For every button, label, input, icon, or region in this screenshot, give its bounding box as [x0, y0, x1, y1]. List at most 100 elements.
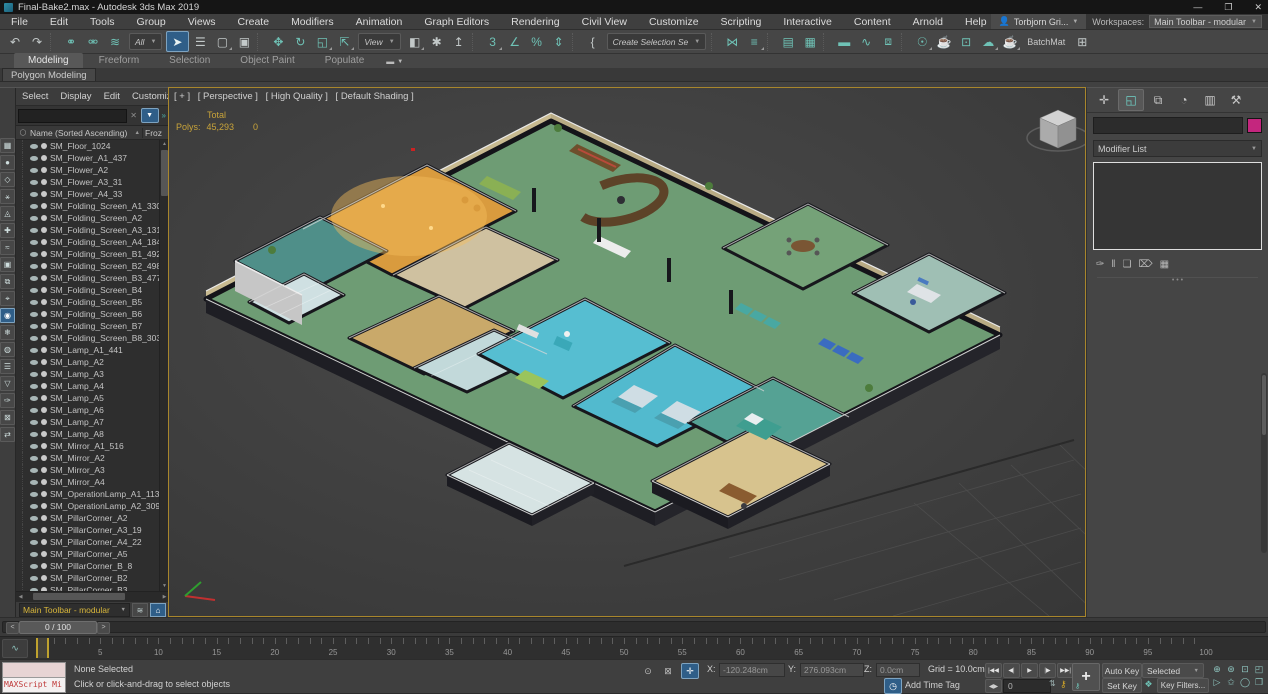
time-slider-track[interactable]	[2, 621, 1266, 633]
scene-object-row[interactable]: SM_PillarCorner_A5	[16, 548, 160, 560]
visibility-eye-icon[interactable]	[30, 552, 38, 557]
scene-object-row[interactable]: SM_Folding_Screen_B2_498	[16, 260, 160, 272]
visibility-eye-icon[interactable]	[30, 144, 38, 149]
selection-lock-toggle[interactable]: ⊠	[660, 664, 676, 678]
track-bar-ruler[interactable]: 5 10 15 20 25	[30, 637, 1206, 659]
display-bones-toggle[interactable]: ⌖	[0, 291, 15, 306]
visibility-eye-icon[interactable]	[30, 396, 38, 401]
add-time-tag-button[interactable]: Add Time Tag	[905, 680, 960, 690]
visibility-eye-icon[interactable]	[30, 456, 38, 461]
mirror-button[interactable]: ⋈	[722, 32, 743, 51]
visibility-eye-icon[interactable]	[30, 312, 38, 317]
ribbon-tab-object-paint[interactable]: Object Paint	[226, 53, 308, 68]
zoom-region-button[interactable]: ◰	[1252, 663, 1266, 676]
trackbar-segment[interactable]: 15	[158, 637, 216, 659]
named-selection-sets-dropdown[interactable]: Create Selection Se▼	[607, 33, 707, 50]
trackbar-segment[interactable]: 60	[682, 637, 740, 659]
visibility-eye-icon[interactable]	[30, 528, 38, 533]
visibility-eye-icon[interactable]	[30, 252, 38, 257]
motion-tab[interactable]: ◔	[1172, 90, 1196, 110]
material-editor-button[interactable]: ☉	[912, 32, 933, 51]
trackbar-segment[interactable]: 30	[333, 637, 391, 659]
visibility-eye-icon[interactable]	[30, 264, 38, 269]
menu-content[interactable]: Content	[843, 14, 902, 29]
visibility-eye-icon[interactable]	[30, 348, 38, 353]
z-coordinate-field[interactable]: 0.0cm	[876, 663, 920, 677]
scene-object-row[interactable]: SM_Lamp_A2	[16, 356, 160, 368]
menu-civil-view[interactable]: Civil View	[571, 14, 638, 29]
object-color-swatch[interactable]	[1247, 118, 1262, 133]
set-key-button[interactable]: Set Key	[1102, 678, 1142, 693]
visibility-eye-icon[interactable]	[30, 360, 38, 365]
selection-filter-dropdown[interactable]: All▼	[129, 33, 162, 50]
pin-stack-button[interactable]: ✑	[1096, 259, 1104, 270]
visibility-eye-icon[interactable]	[30, 288, 38, 293]
menu-group[interactable]: Group	[126, 14, 177, 29]
modify-tab[interactable]: ◱	[1118, 89, 1144, 111]
display-tab[interactable]: ▥	[1198, 90, 1222, 110]
snaps-toggle-button[interactable]: 3	[482, 32, 503, 51]
key-filters-button[interactable]: Key Filters...	[1157, 678, 1209, 693]
overflow-chevron-icon[interactable]: »	[162, 111, 166, 120]
scene-object-row[interactable]: SM_Folding_Screen_B7	[16, 320, 160, 332]
scene-object-row[interactable]: SM_Folding_Screen_A3_131	[16, 224, 160, 236]
scene-object-row[interactable]: SM_PillarCorner_A4_22	[16, 536, 160, 548]
scene-object-row[interactable]: SM_Lamp_A3	[16, 368, 160, 380]
scene-object-row[interactable]: SM_PillarCorner_B_8	[16, 560, 160, 572]
edit-named-selection-sets-button[interactable]: {	[582, 32, 603, 51]
previous-frame-button[interactable]: ◀|	[1003, 663, 1020, 678]
render-production-button[interactable]: ☕	[1000, 32, 1021, 51]
visibility-eye-icon[interactable]	[30, 444, 38, 449]
explorer-workspace-dropdown[interactable]: Main Toolbar - modular ▼	[19, 603, 130, 617]
scene-object-row[interactable]: SM_Folding_Screen_B5	[16, 296, 160, 308]
create-tab[interactable]: ✛	[1092, 90, 1116, 110]
menu-views[interactable]: Views	[177, 14, 227, 29]
sign-in-user-button[interactable]: 👤 Torbjorn Gri... ▼	[991, 14, 1087, 29]
viewport-canvas[interactable]	[169, 88, 1085, 616]
curve-editor-button[interactable]: ∿	[856, 32, 877, 51]
menu-interactive[interactable]: Interactive	[772, 14, 842, 29]
current-frame-field[interactable]: 0	[1003, 679, 1051, 693]
viewport-general-menu[interactable]: [ + ]	[174, 91, 190, 102]
visibility-eye-icon[interactable]	[30, 540, 38, 545]
scene-object-row[interactable]: SM_Folding_Screen_A1_330	[16, 200, 160, 212]
scrollbar-thumb[interactable]	[33, 593, 125, 600]
display-shapes-toggle[interactable]: ◇	[0, 172, 15, 187]
play-button[interactable]: ▶	[1021, 663, 1038, 678]
menu-rendering[interactable]: Rendering	[500, 14, 570, 29]
schematic-view-button[interactable]: ⧈	[878, 32, 899, 51]
visibility-eye-icon[interactable]	[30, 564, 38, 569]
display-all-toggle[interactable]: ▦	[0, 138, 15, 153]
explorer-horizontal-scrollbar[interactable]: ◀ ▶	[16, 591, 169, 601]
visibility-eye-icon[interactable]	[30, 336, 38, 341]
auto-key-button[interactable]: Auto Key	[1102, 663, 1142, 678]
menu-create[interactable]: Create	[227, 14, 281, 29]
visibility-eye-icon[interactable]	[30, 168, 38, 173]
render-in-cloud-button[interactable]: ☁	[978, 32, 999, 51]
frozen-column-header[interactable]: Froz	[142, 128, 169, 138]
maximize-viewport-button[interactable]: ❒	[1252, 676, 1266, 689]
viewport-quality-menu[interactable]: [ High Quality ]	[266, 91, 328, 102]
utilities-tab[interactable]: ⚒	[1224, 90, 1248, 110]
menu-modifiers[interactable]: Modifiers	[280, 14, 345, 29]
unlink-selection-button[interactable]: ⚮	[83, 32, 104, 51]
y-coordinate-field[interactable]: 276.093cm	[800, 663, 864, 677]
key-selection-dropdown[interactable]: Selected ▼	[1142, 663, 1204, 678]
perspective-viewport[interactable]: [ + ] [ Perspective ] [ High Quality ] […	[168, 87, 1086, 617]
trackbar-segment[interactable]: 85	[973, 637, 1031, 659]
modifier-list-dropdown[interactable]: Modifier List ▼	[1093, 140, 1262, 157]
scene-object-row[interactable]: SM_Flower_A1_437	[16, 152, 160, 164]
trackbar-segment[interactable]: 25	[275, 637, 333, 659]
trackbar-segment[interactable]: 20	[217, 637, 275, 659]
scene-object-row[interactable]: SM_Lamp_A7	[16, 416, 160, 428]
grid-windows-button[interactable]: ⊞	[1072, 32, 1093, 51]
zoom-button[interactable]: ⊕	[1210, 663, 1224, 676]
menu-arnold[interactable]: Arnold	[902, 14, 954, 29]
absolute-mode-toggle[interactable]: ✛	[681, 663, 699, 679]
visibility-eye-icon[interactable]	[30, 468, 38, 473]
visibility-eye-icon[interactable]	[30, 576, 38, 581]
scene-object-row[interactable]: SM_Folding_Screen_B8_303	[16, 332, 160, 344]
scene-object-row[interactable]: SM_Flower_A2	[16, 164, 160, 176]
visibility-eye-icon[interactable]	[30, 432, 38, 437]
maxscript-mini-listener[interactable]: MAXScript Mi	[2, 662, 66, 693]
